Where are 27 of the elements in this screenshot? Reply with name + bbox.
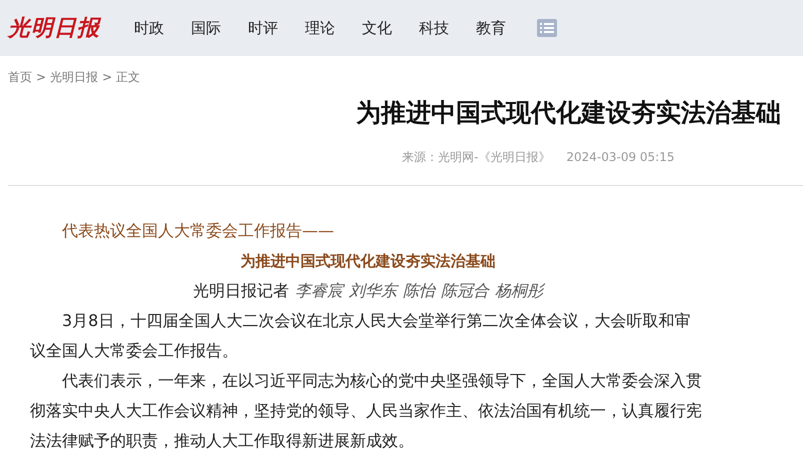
author-name: 李睿宸: [295, 281, 343, 300]
breadcrumb-link[interactable]: 首页: [8, 70, 32, 84]
breadcrumb-link[interactable]: 正文: [116, 70, 140, 84]
paragraph: 代表们表示，一年来，在以习近平同志为核心的党中央坚强领导下，全国人大常委会深入贯彻落实中央人大工作会议精神，坚持党的领导、人民当家作主、依法治国有机统一，认真履行宪法法律赋予的职责，推动人大工作取得新进展新成效。: [30, 370, 703, 452]
author-name: 陈怡: [403, 281, 435, 300]
logo[interactable]: 光明日报: [8, 12, 118, 44]
breadcrumb-separator: >: [36, 70, 46, 84]
article-title: 为推进中国式现代化建设夯实法治基础: [356, 98, 781, 127]
nav-link[interactable]: 时政: [134, 16, 164, 40]
publish-time: 2024-03-09 05:15: [566, 150, 674, 164]
nav-link[interactable]: 文化: [362, 16, 392, 40]
author-name: 杨桐彤: [495, 281, 543, 300]
menu-icon[interactable]: [537, 19, 557, 37]
breadcrumb-separator: >: [102, 70, 112, 84]
lead-text: 代表热议全国人大常委会工作报告——: [62, 221, 334, 240]
source-text: 来源：光明网-《光明日报》: [402, 150, 550, 164]
nav-link[interactable]: 时评: [248, 16, 278, 40]
article-subtitle: 为推进中国式现代化建设夯实法治基础: [240, 252, 496, 270]
breadcrumb-link[interactable]: 光明日报: [50, 70, 98, 84]
paragraph: 3月8日，十四届全国人大二次会议在北京人民大会堂举行第二次全体会议，大会听取和审议全国人大常委会工作报告。: [30, 310, 692, 362]
nav-link[interactable]: 科技: [419, 16, 449, 40]
nav-link[interactable]: 国际: [191, 16, 221, 40]
byline-label: 光明日报记者: [193, 281, 289, 300]
author-name: 陈冠合: [441, 281, 489, 300]
author-name: 刘华东: [349, 281, 397, 300]
nav-link[interactable]: 理论: [305, 16, 335, 40]
nav-link[interactable]: 教育: [476, 16, 506, 40]
